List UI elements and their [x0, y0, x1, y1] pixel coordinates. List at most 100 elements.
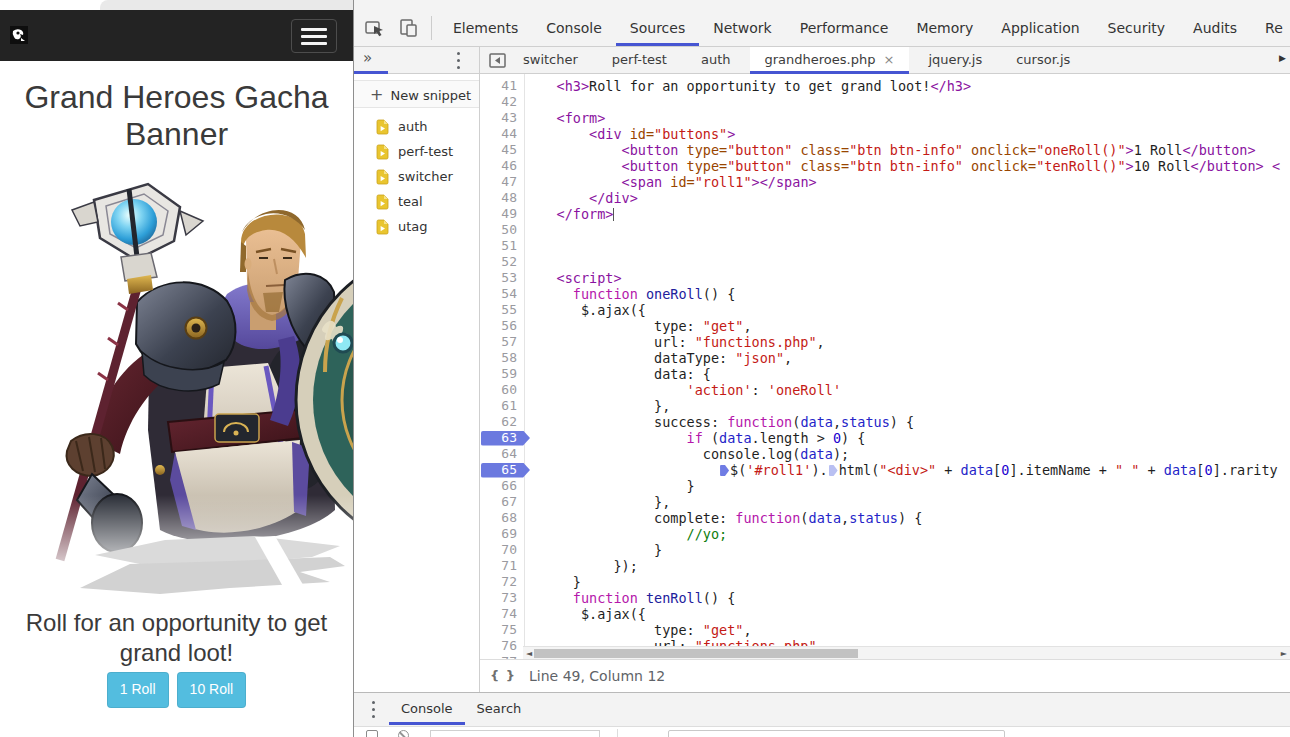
line-number[interactable]: 69	[480, 526, 524, 542]
file-tab-perf-test[interactable]: perf-test	[597, 47, 682, 74]
line-number[interactable]: 74	[480, 606, 524, 622]
code-line-54[interactable]: 54 function oneRoll() {	[480, 286, 1290, 302]
code-line-65[interactable]: 65 $('#roll1').html("<div>" + data[0].it…	[480, 462, 1290, 478]
snippet-item-switcher[interactable]: switcher	[354, 164, 479, 189]
pretty-print-icon[interactable]: { }	[490, 668, 517, 683]
line-number[interactable]: 46	[480, 158, 524, 174]
code-line-42[interactable]: 42	[480, 94, 1290, 110]
menu-toggle-button[interactable]	[291, 19, 337, 53]
line-number[interactable]: 72	[480, 574, 524, 590]
line-number[interactable]: 43	[480, 110, 524, 126]
inspect-icon[interactable]	[364, 17, 386, 39]
breakpoint-line-number[interactable]: 63	[480, 430, 524, 446]
more-tabs-icon[interactable]: ▶	[1279, 53, 1286, 63]
scroll-right-arrow[interactable]: ►	[1281, 649, 1287, 658]
line-number[interactable]: 61	[480, 398, 524, 414]
code-line-74[interactable]: 74 $.ajax({	[480, 606, 1290, 622]
clear-console-icon[interactable]	[398, 730, 409, 737]
code-line-48[interactable]: 48 </div>	[480, 190, 1290, 206]
line-number[interactable]: 71	[480, 558, 524, 574]
code-line-56[interactable]: 56 type: "get",	[480, 318, 1290, 334]
code-line-59[interactable]: 59 data: {	[480, 366, 1290, 382]
breakpoint-line-number[interactable]: 65	[480, 462, 524, 478]
line-number[interactable]: 73	[480, 590, 524, 606]
code-line-47[interactable]: 47 <span id="roll1"></span>	[480, 174, 1290, 190]
code-line-58[interactable]: 58 dataType: "json",	[480, 350, 1290, 366]
code-line-61[interactable]: 61 },	[480, 398, 1290, 414]
snippet-item-utag[interactable]: utag	[354, 214, 479, 239]
line-number[interactable]: 50	[480, 222, 524, 238]
scroll-left-arrow[interactable]: ◄	[526, 649, 532, 658]
file-tab-auth[interactable]: auth	[686, 47, 746, 74]
line-number[interactable]: 75	[480, 622, 524, 638]
file-tab-cursor-js[interactable]: cursor.js	[1001, 47, 1085, 74]
one-roll-button[interactable]: 1 Roll	[107, 672, 169, 708]
new-snippet-button[interactable]: +New snippet	[354, 80, 479, 108]
drawer-tab-console[interactable]: Console	[389, 693, 465, 725]
line-number[interactable]: 52	[480, 254, 524, 270]
line-number[interactable]: 54	[480, 286, 524, 302]
console-settings-icon[interactable]	[366, 730, 378, 737]
code-line-50[interactable]: 50	[480, 222, 1290, 238]
line-number[interactable]: 67	[480, 494, 524, 510]
code-line-52[interactable]: 52	[480, 254, 1290, 270]
overflow-tabs-icon[interactable]: »	[363, 49, 372, 67]
code-line-68[interactable]: 68 complete: function(data,status) {	[480, 510, 1290, 526]
file-tab-switcher[interactable]: switcher	[508, 47, 593, 74]
code-line-57[interactable]: 57 url: "functions.php",	[480, 334, 1290, 350]
hide-navigator-icon[interactable]	[489, 52, 506, 69]
code-line-66[interactable]: 66 }	[480, 478, 1290, 494]
ten-roll-button[interactable]: 10 Roll	[177, 672, 247, 708]
code-line-46[interactable]: 46 <button type="button" class="btn btn-…	[480, 158, 1290, 174]
devtools-tab-performance[interactable]: Performance	[786, 10, 903, 46]
line-number[interactable]: 47	[480, 174, 524, 190]
devtools-tab-network[interactable]: Network	[699, 10, 785, 46]
line-number[interactable]: 41	[480, 78, 524, 94]
code-line-62[interactable]: 62 success: function(data,status) {	[480, 414, 1290, 430]
code-line-67[interactable]: 67 },	[480, 494, 1290, 510]
device-toolbar-icon[interactable]	[398, 17, 420, 39]
snippet-item-teal[interactable]: teal	[354, 189, 479, 214]
line-number[interactable]: 51	[480, 238, 524, 254]
drawer-menu-icon[interactable]	[372, 701, 375, 718]
code-line-53[interactable]: 53 <script>	[480, 270, 1290, 286]
file-tab-grandheroes-php[interactable]: grandheroes.php×	[750, 47, 910, 74]
devtools-tab-audits[interactable]: Audits	[1179, 10, 1251, 46]
line-number[interactable]: 64	[480, 446, 524, 462]
file-tab-jquery-js[interactable]: jquery.js	[913, 47, 997, 74]
code-line-51[interactable]: 51	[480, 238, 1290, 254]
inline-breakpoint-marker[interactable]	[829, 465, 838, 476]
devtools-tab-console[interactable]: Console	[532, 10, 616, 46]
drawer-tab-search[interactable]: Search	[465, 693, 534, 725]
sidebar-menu-icon[interactable]	[457, 52, 460, 69]
code-line-43[interactable]: 43 <form>	[480, 110, 1290, 126]
line-number[interactable]: 55	[480, 302, 524, 318]
devtools-tab-elements[interactable]: Elements	[439, 10, 532, 46]
line-number[interactable]: 56	[480, 318, 524, 334]
snippet-item-perf-test[interactable]: perf-test	[354, 139, 479, 164]
line-number[interactable]: 59	[480, 366, 524, 382]
line-number[interactable]: 60	[480, 382, 524, 398]
line-number[interactable]: 53	[480, 270, 524, 286]
line-number[interactable]: 76	[480, 638, 524, 654]
code-line-45[interactable]: 45 <button type="button" class="btn btn-…	[480, 142, 1290, 158]
line-number[interactable]: 70	[480, 542, 524, 558]
horizontal-scrollbar[interactable]: ◄ ►	[523, 646, 1290, 659]
code-line-49[interactable]: 49 </form>	[480, 206, 1290, 222]
line-number[interactable]: 68	[480, 510, 524, 526]
devtools-tab-sources[interactable]: Sources	[616, 10, 699, 46]
code-line-70[interactable]: 70 }	[480, 542, 1290, 558]
code-line-71[interactable]: 71 });	[480, 558, 1290, 574]
code-line-63[interactable]: 63 if (data.length > 0) {	[480, 430, 1290, 446]
code-line-69[interactable]: 69 //yo;	[480, 526, 1290, 542]
devtools-tab-security[interactable]: Security	[1094, 10, 1180, 46]
line-number[interactable]: 48	[480, 190, 524, 206]
line-number[interactable]: 58	[480, 350, 524, 366]
console-levels-dropdown[interactable]	[430, 730, 600, 737]
line-number[interactable]: 42	[480, 94, 524, 110]
line-number[interactable]: 44	[480, 126, 524, 142]
snippet-item-auth[interactable]: auth	[354, 114, 479, 139]
devtools-tab-application[interactable]: Application	[987, 10, 1093, 46]
code-editor[interactable]: 41 <h3>Roll for an opportunity to get gr…	[480, 74, 1290, 659]
line-number[interactable]: 66	[480, 478, 524, 494]
